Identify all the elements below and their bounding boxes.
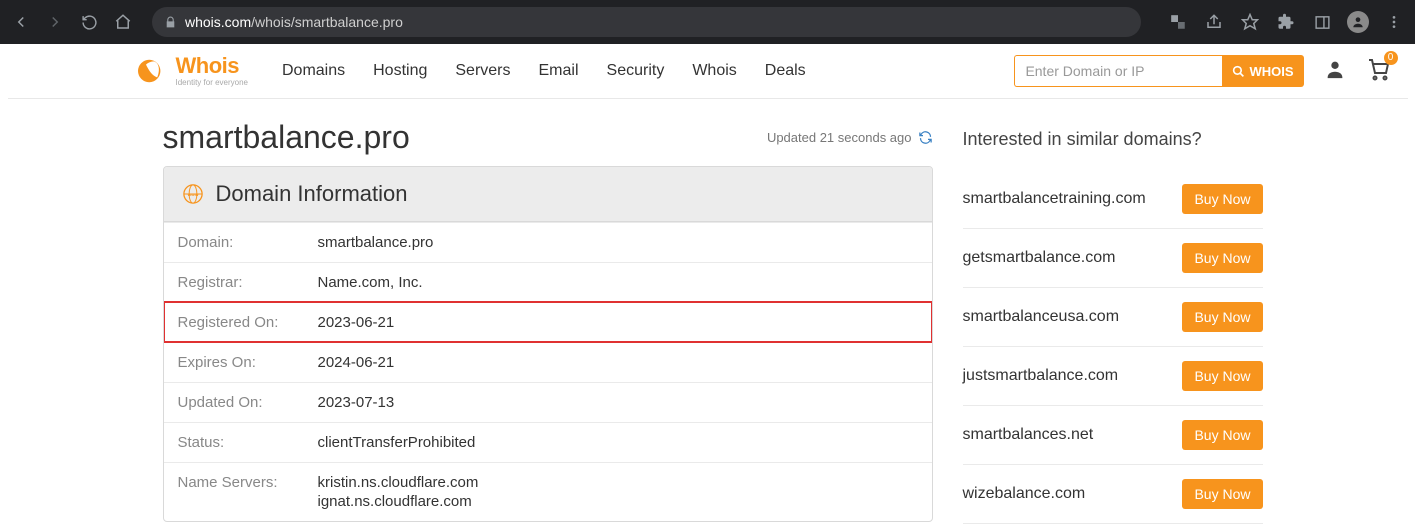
svg-text:WWW: WWW — [187, 192, 198, 197]
chrome-right-icons — [1167, 11, 1405, 33]
nav-domains[interactable]: Domains — [282, 62, 345, 80]
star-icon[interactable] — [1239, 11, 1261, 33]
buy-now-button[interactable]: Buy Now — [1182, 479, 1262, 509]
panel-icon[interactable] — [1311, 11, 1333, 33]
similar-domains-sidebar: Interested in similar domains? smartbala… — [963, 119, 1263, 524]
cart-count-badge: 0 — [1384, 51, 1398, 65]
row-domain: Domain: smartbalance.pro — [164, 222, 932, 262]
similar-domain-name[interactable]: getsmartbalance.com — [963, 249, 1116, 267]
similar-domain-row: wizebalance.com Buy Now — [963, 465, 1263, 524]
logo-tagline: Identity for everyone — [176, 79, 248, 87]
panel-header: WWW Domain Information — [164, 167, 932, 222]
logo-word: Whois — [176, 55, 248, 77]
value-expires-on: 2024-06-21 — [318, 354, 395, 371]
similar-domain-name[interactable]: smartbalancetraining.com — [963, 190, 1146, 208]
panel-title: Domain Information — [216, 181, 408, 207]
buy-now-button[interactable]: Buy Now — [1182, 361, 1262, 391]
whois-search: WHOIS — [1014, 55, 1303, 87]
similar-domain-name[interactable]: wizebalance.com — [963, 485, 1086, 503]
row-status: Status: clientTransferProhibited — [164, 422, 932, 462]
url-bar[interactable]: whois.com/whois/smartbalance.pro — [152, 7, 1141, 37]
url-text: whois.com/whois/smartbalance.pro — [185, 14, 403, 30]
refresh-icon[interactable] — [918, 130, 933, 145]
site-header: Whois Identity for everyone Domains Host… — [8, 44, 1408, 99]
www-icon: WWW — [180, 181, 206, 207]
updated-text: Updated 21 seconds ago — [767, 130, 912, 145]
logo-mark-icon — [138, 55, 170, 87]
similar-domain-row: smartbalances.net Buy Now — [963, 406, 1263, 465]
label-domain: Domain: — [178, 234, 318, 251]
value-domain: smartbalance.pro — [318, 234, 434, 251]
profile-avatar[interactable] — [1347, 11, 1369, 33]
row-updated-on: Updated On: 2023-07-13 — [164, 382, 932, 422]
nav-deals[interactable]: Deals — [765, 62, 806, 80]
label-registrar: Registrar: — [178, 274, 318, 291]
forward-icon[interactable] — [44, 11, 66, 33]
buy-now-button[interactable]: Buy Now — [1182, 184, 1262, 214]
label-registered-on: Registered On: — [178, 314, 318, 331]
main-nav: Domains Hosting Servers Email Security W… — [282, 62, 806, 80]
similar-domain-row: smartbalancetraining.com Buy Now — [963, 170, 1263, 229]
nav-hosting[interactable]: Hosting — [373, 62, 427, 80]
nav-security[interactable]: Security — [607, 62, 665, 80]
lock-icon — [164, 16, 177, 29]
similar-domain-row: justsmartbalance.com Buy Now — [963, 347, 1263, 406]
translate-icon[interactable] — [1167, 11, 1189, 33]
browser-toolbar: whois.com/whois/smartbalance.pro — [0, 0, 1415, 44]
row-registered-on: Registered On: 2023-06-21 — [164, 302, 932, 342]
menu-icon[interactable] — [1383, 11, 1405, 33]
value-nameserver-1: kristin.ns.cloudflare.com — [318, 474, 479, 491]
similar-domain-row: smartbalanceusa.com Buy Now — [963, 288, 1263, 347]
search-input[interactable] — [1014, 55, 1222, 87]
value-nameserver-2: ignat.ns.cloudflare.com — [318, 493, 479, 510]
nav-email[interactable]: Email — [539, 62, 579, 80]
account-icon[interactable] — [1324, 58, 1346, 85]
extensions-icon[interactable] — [1275, 11, 1297, 33]
similar-domain-row: getsmartbalance.com Buy Now — [963, 229, 1263, 288]
whois-search-button[interactable]: WHOIS — [1222, 55, 1303, 87]
value-registrar: Name.com, Inc. — [318, 274, 423, 291]
sidebar-title: Interested in similar domains? — [963, 129, 1263, 150]
label-name-servers: Name Servers: — [178, 474, 318, 510]
row-expires-on: Expires On: 2024-06-21 — [164, 342, 932, 382]
site-logo[interactable]: Whois Identity for everyone — [138, 55, 248, 87]
search-button-label: WHOIS — [1249, 64, 1293, 79]
domain-info-panel: WWW Domain Information Domain: smartbala… — [163, 166, 933, 522]
page-title: smartbalance.pro — [163, 119, 410, 156]
row-registrar: Registrar: Name.com, Inc. — [164, 262, 932, 302]
similar-domain-name[interactable]: justsmartbalance.com — [963, 367, 1119, 385]
similar-domain-name[interactable]: smartbalanceusa.com — [963, 308, 1120, 326]
search-icon — [1232, 65, 1245, 78]
value-status: clientTransferProhibited — [318, 434, 476, 451]
home-icon[interactable] — [112, 11, 134, 33]
buy-now-button[interactable]: Buy Now — [1182, 243, 1262, 273]
value-updated-on: 2023-07-13 — [318, 394, 395, 411]
similar-domain-name[interactable]: smartbalances.net — [963, 426, 1094, 444]
updated-indicator: Updated 21 seconds ago — [767, 130, 933, 145]
buy-now-button[interactable]: Buy Now — [1182, 420, 1262, 450]
nav-servers[interactable]: Servers — [455, 62, 510, 80]
share-icon[interactable] — [1203, 11, 1225, 33]
label-expires-on: Expires On: — [178, 354, 318, 371]
row-name-servers: Name Servers: kristin.ns.cloudflare.com … — [164, 462, 932, 521]
label-status: Status: — [178, 434, 318, 451]
nav-whois[interactable]: Whois — [692, 62, 736, 80]
reload-icon[interactable] — [78, 11, 100, 33]
value-registered-on: 2023-06-21 — [318, 314, 395, 331]
label-updated-on: Updated On: — [178, 394, 318, 411]
back-icon[interactable] — [10, 11, 32, 33]
cart-icon[interactable]: 0 — [1366, 57, 1390, 86]
buy-now-button[interactable]: Buy Now — [1182, 302, 1262, 332]
